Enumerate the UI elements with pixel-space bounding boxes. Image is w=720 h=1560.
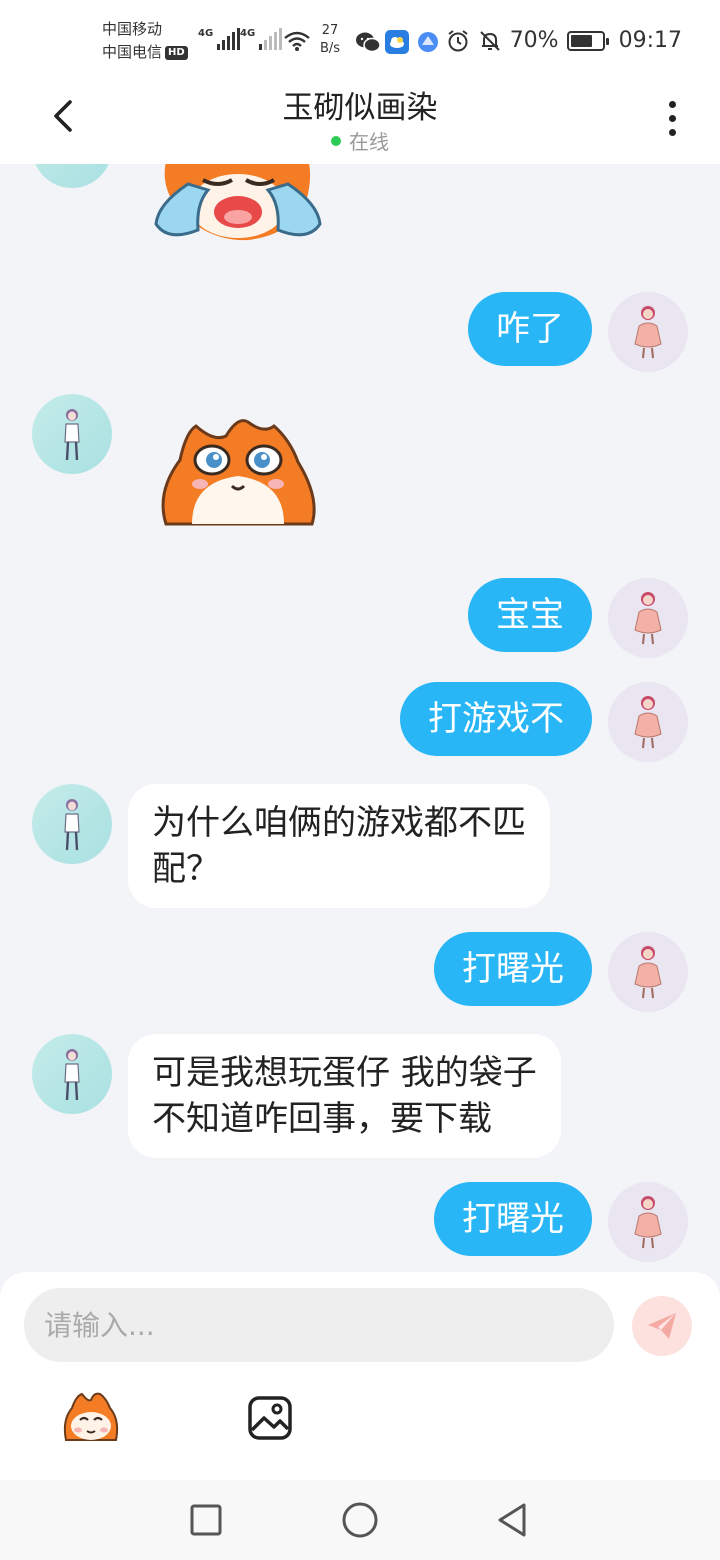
message-bubble-sent[interactable]: 打游戏不 — [400, 682, 592, 756]
more-dots-icon — [668, 100, 676, 108]
network-speed: 27 B/s — [320, 22, 340, 58]
my-avatar[interactable] — [608, 932, 688, 1012]
triangle-back-icon — [498, 1503, 526, 1537]
my-avatar[interactable] — [608, 292, 688, 372]
my-avatar[interactable] — [608, 578, 688, 658]
message-line: 配？ — [152, 849, 220, 889]
network-type-2: 4G — [240, 28, 256, 39]
contact-avatar[interactable] — [32, 1034, 112, 1114]
message-line: 不知道咋回事，要下载 — [152, 1099, 492, 1139]
home-button[interactable] — [340, 1500, 380, 1540]
send-button[interactable] — [632, 1296, 692, 1356]
status-bar: 中国移动 中国电信 HD 4G 4G 27 B/s 70% 09:17 — [0, 0, 720, 76]
wechat-icon — [356, 32, 381, 53]
composer — [0, 1272, 720, 1480]
message-line: 可是我想玩蛋仔 我的袋子 — [152, 1053, 537, 1093]
message-bubble-received[interactable]: 可是我想玩蛋仔 我的袋子 不知道咋回事，要下载 — [128, 1034, 561, 1158]
signal-icon-2: 4G — [240, 28, 283, 50]
character-figure-icon — [634, 592, 662, 645]
status-right: 70% 09:17 — [446, 28, 682, 53]
carrier-2: 中国电信 — [102, 43, 163, 61]
message-line: 为什么咱俩的游戏都不匹 — [152, 803, 526, 843]
character-figure-icon — [634, 946, 662, 999]
crying-cat-sticker[interactable] — [148, 164, 324, 250]
message-input[interactable] — [24, 1288, 614, 1362]
message-bubble-received[interactable]: 为什么咱俩的游戏都不匹 配？ — [128, 784, 550, 908]
teary-eyed-cat-sticker[interactable] — [156, 412, 320, 532]
battery-percent: 70% — [509, 28, 559, 53]
paper-plane-icon — [648, 1313, 676, 1339]
chat-header: 玉砌似画染 在线 — [0, 76, 720, 164]
contact-name: 玉砌似画染 — [282, 90, 438, 126]
message-bubble-sent[interactable]: 咋了 — [468, 292, 592, 366]
my-avatar[interactable] — [608, 1182, 688, 1262]
speed-unit: B/s — [320, 41, 341, 56]
signal-icon: 4G — [198, 28, 241, 50]
clock: 09:17 — [618, 28, 682, 53]
character-figure-icon — [64, 409, 80, 461]
character-figure-icon — [64, 799, 80, 851]
carrier-info: 中国移动 中国电信 HD — [102, 18, 188, 64]
hd-badge: HD — [165, 45, 188, 60]
network-type-1: 4G — [198, 28, 214, 39]
image-icon — [248, 1396, 292, 1440]
message-bubble-sent[interactable]: 宝宝 — [468, 578, 592, 652]
character-figure-icon — [634, 696, 662, 749]
alarm-icon — [448, 29, 468, 51]
circle-icon — [342, 1502, 378, 1538]
cat-sticker-icon — [63, 1392, 119, 1441]
online-status: 在线 — [0, 126, 720, 155]
image-button[interactable] — [246, 1394, 294, 1442]
battery-icon — [566, 30, 609, 51]
square-icon — [190, 1504, 222, 1536]
sticker-button[interactable] — [60, 1390, 122, 1444]
recent-apps-button[interactable] — [186, 1500, 226, 1540]
character-figure-icon — [634, 306, 662, 359]
online-dot — [331, 136, 341, 146]
online-status-label: 在线 — [349, 130, 389, 154]
carrier-1: 中国移动 — [102, 20, 163, 38]
character-figure-icon — [64, 1049, 80, 1101]
mute-bell-icon — [479, 30, 500, 51]
message-list[interactable]: 咋了 宝宝 打游戏不 为什么咱俩的游戏都不匹 配？ 打曙光 可是我想玩蛋仔 我的… — [0, 164, 720, 1272]
wifi-icon — [284, 31, 310, 51]
more-options-button[interactable] — [652, 96, 692, 140]
message-bubble-sent[interactable]: 打曙光 — [434, 1182, 592, 1256]
my-avatar[interactable] — [608, 682, 688, 762]
browser-app-icon — [418, 32, 438, 52]
back-nav-button[interactable] — [492, 1500, 532, 1540]
contact-avatar[interactable] — [32, 394, 112, 474]
contact-avatar[interactable] — [32, 164, 112, 188]
weather-app-icon — [385, 30, 409, 54]
system-nav-bar — [0, 1480, 720, 1560]
contact-avatar[interactable] — [32, 784, 112, 864]
character-figure-icon — [634, 1196, 662, 1249]
speed-value: 27 — [321, 23, 339, 38]
message-bubble-sent[interactable]: 打曙光 — [434, 932, 592, 1006]
